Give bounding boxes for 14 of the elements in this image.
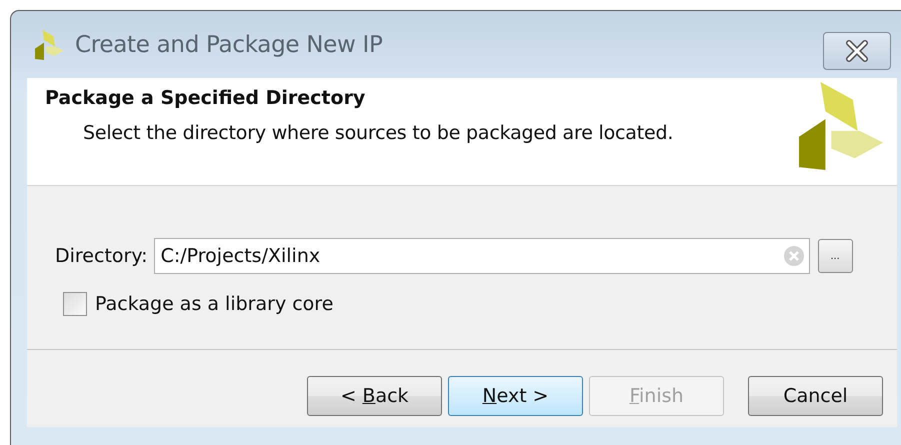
close-button[interactable] bbox=[823, 32, 891, 70]
dialog-button[interactable]: < Back bbox=[307, 376, 442, 416]
close-icon bbox=[844, 40, 870, 62]
dialog-button[interactable]: Cancel bbox=[748, 376, 883, 416]
directory-label: Directory: bbox=[55, 245, 148, 267]
checkbox[interactable] bbox=[63, 292, 87, 316]
window-title: Create and Package New IP bbox=[75, 32, 384, 58]
page-title: Package a Specified Directory bbox=[45, 87, 366, 109]
page-description: Select the directory where sources to be packaged are located. bbox=[83, 122, 674, 144]
app-icon bbox=[35, 30, 65, 60]
checkbox-label: Package as a library core bbox=[95, 293, 334, 315]
dialog-button[interactable]: Next > bbox=[448, 376, 583, 416]
browse-button[interactable]: ... bbox=[818, 239, 853, 273]
directory-field[interactable]: C:/Projects/Xilinx bbox=[154, 238, 810, 274]
